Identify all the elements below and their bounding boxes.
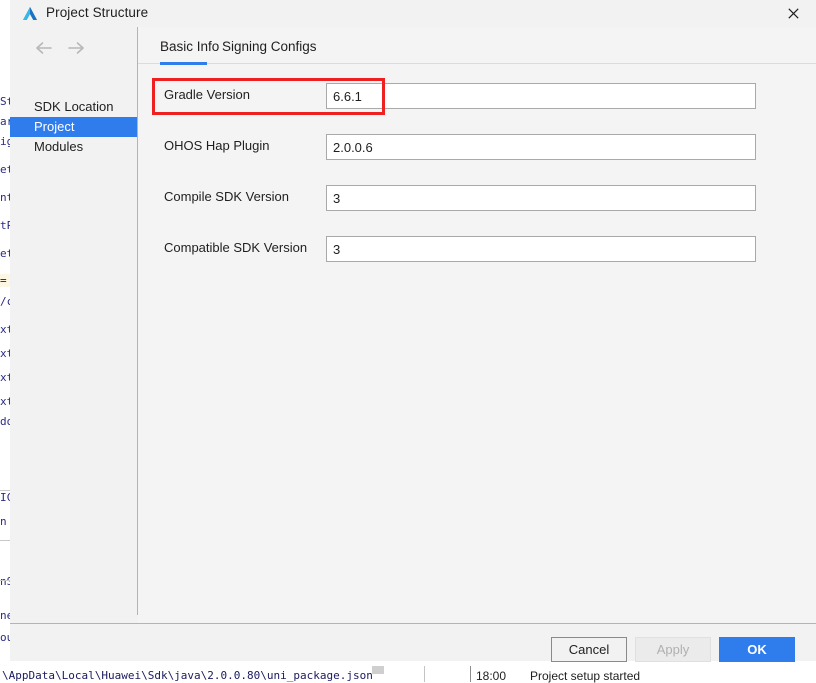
ide-status-bar: \AppData\Local\Huawei\Sdk\java\2.0.0.80\…: [0, 660, 816, 683]
tab-signing-configs[interactable]: Signing Configs: [222, 35, 317, 60]
dialog-footer: Cancel Apply OK: [10, 623, 816, 662]
field-label-gradle-version: Gradle Version: [164, 87, 250, 102]
compile-sdk-version-input[interactable]: [326, 185, 756, 211]
sidebar-item-project[interactable]: Project: [10, 117, 137, 137]
status-timestamp: 18:00: [476, 669, 507, 683]
form-row-ohos-hap-plugin: OHOS Hap Plugin: [138, 134, 816, 160]
dialog-title-bar: Project Structure: [10, 0, 816, 27]
close-icon: [788, 8, 799, 19]
tab-bar: Basic Info Signing Configs: [138, 35, 816, 66]
field-label-compatible-sdk-version: Compatible SDK Version: [164, 240, 308, 255]
form-row-compatible-sdk-version: Compatible SDK Version: [138, 236, 816, 262]
sidebar-item-sdk-location[interactable]: SDK Location: [10, 97, 137, 117]
field-label-compile-sdk-version: Compile SDK Version: [164, 189, 289, 204]
arrow-left-icon: [36, 42, 52, 54]
ok-button[interactable]: OK: [719, 637, 795, 662]
status-file-path: \AppData\Local\Huawei\Sdk\java\2.0.0.80\…: [2, 669, 373, 682]
ide-editor-gutter: St ar ig et nt tP et = /c xt xt xt xt do…: [0, 24, 12, 660]
status-divider: [424, 666, 425, 682]
dialog-body: SDK Location Project Modules Basic Info …: [10, 27, 816, 623]
forward-button[interactable]: [64, 36, 88, 60]
status-message: Project setup started: [530, 669, 641, 683]
status-divider: [470, 666, 471, 682]
close-button[interactable]: [772, 0, 816, 27]
tab-bar-baseline: [138, 63, 816, 64]
deveco-triangle-icon: [22, 6, 38, 21]
project-structure-dialog: Project Structure SDK Location Project M…: [10, 0, 816, 662]
cancel-button[interactable]: Cancel: [551, 637, 627, 662]
form-row-gradle-version: Gradle Version: [138, 83, 816, 109]
apply-button[interactable]: Apply: [635, 637, 711, 662]
nav-history-controls: [32, 36, 122, 60]
active-tab-indicator: [160, 62, 207, 65]
settings-nav-pane: SDK Location Project Modules: [10, 27, 137, 623]
back-button[interactable]: [32, 36, 56, 60]
form-row-compile-sdk-version: Compile SDK Version: [138, 185, 816, 211]
gradle-version-input[interactable]: [326, 83, 756, 109]
settings-content-pane: Basic Info Signing Configs Gradle Versio…: [138, 27, 816, 623]
tab-basic-info[interactable]: Basic Info: [160, 35, 219, 60]
sidebar-item-modules[interactable]: Modules: [10, 137, 137, 157]
horizontal-scrollbar-thumb[interactable]: [372, 666, 384, 674]
ohos-hap-plugin-input[interactable]: [326, 134, 756, 160]
arrow-right-icon: [68, 42, 84, 54]
footer-separator: [10, 623, 816, 624]
page-title: Project Structure: [46, 5, 149, 20]
compatible-sdk-version-input[interactable]: [326, 236, 756, 262]
field-label-ohos-hap-plugin: OHOS Hap Plugin: [164, 138, 270, 153]
